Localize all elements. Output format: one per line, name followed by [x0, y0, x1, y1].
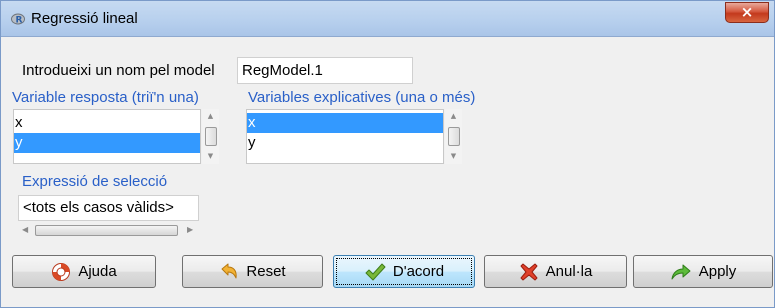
- green-arrow-icon: [671, 264, 691, 279]
- lifebuoy-icon: [52, 262, 71, 281]
- response-list-scrollbar[interactable]: ▲ ▼: [202, 109, 219, 164]
- cancel-button[interactable]: Anul·la: [484, 255, 627, 288]
- ok-button-label: D'acord: [392, 263, 445, 280]
- scroll-thumb[interactable]: [205, 127, 217, 146]
- close-button[interactable]: ×: [725, 2, 769, 23]
- ok-button[interactable]: D'acord: [333, 255, 475, 288]
- help-button-label: Ajuda: [78, 263, 117, 280]
- response-item-x[interactable]: x: [14, 113, 200, 133]
- response-variable-label: Variable resposta (triï'n una): [12, 89, 199, 106]
- selection-expression-scrollbar[interactable]: ◀ ▶: [22, 223, 197, 237]
- title-bar[interactable]: R Regressió lineal ×: [1, 1, 774, 37]
- reset-button[interactable]: Reset: [182, 255, 323, 288]
- checkmark-icon: [365, 263, 386, 280]
- r-logo-icon: R: [11, 13, 25, 26]
- response-item-y[interactable]: y: [14, 133, 200, 153]
- selection-expression-label: Expressió de selecció: [22, 173, 168, 190]
- explanatory-variables-list[interactable]: x y: [246, 109, 444, 164]
- undo-arrow-icon: [221, 263, 238, 278]
- apply-button[interactable]: Apply: [633, 255, 773, 288]
- scroll-thumb[interactable]: [35, 225, 178, 236]
- scroll-down-icon[interactable]: ▼: [202, 153, 219, 160]
- window-title: Regressió lineal: [31, 10, 138, 27]
- dialog-window: R Regressió lineal × Introdueixi un nom …: [0, 0, 775, 308]
- scroll-down-icon[interactable]: ▼: [445, 153, 462, 160]
- response-variable-list[interactable]: x y: [13, 109, 201, 164]
- cancel-button-label: Anul·la: [545, 263, 593, 280]
- close-icon: ×: [740, 3, 754, 21]
- explanatory-item-y[interactable]: y: [247, 133, 443, 153]
- scroll-left-icon[interactable]: ◀: [22, 223, 28, 237]
- svg-text:R: R: [16, 16, 23, 26]
- scroll-up-icon[interactable]: ▲: [445, 113, 462, 120]
- explanatory-list-scrollbar[interactable]: ▲ ▼: [445, 109, 462, 164]
- explanatory-variables-label: Variables explicatives (una o més): [248, 89, 476, 106]
- apply-button-label: Apply: [698, 263, 737, 280]
- scroll-right-icon[interactable]: ▶: [187, 223, 193, 237]
- selection-expression-input[interactable]: <tots els casos vàlids>: [18, 195, 199, 221]
- help-button[interactable]: Ajuda: [12, 255, 156, 288]
- explanatory-item-x[interactable]: x: [247, 113, 443, 133]
- scroll-up-icon[interactable]: ▲: [202, 113, 219, 120]
- reset-button-label: Reset: [246, 263, 286, 280]
- model-name-label: Introdueixi un nom pel model: [22, 62, 215, 79]
- red-x-icon: [520, 263, 538, 280]
- scroll-thumb[interactable]: [448, 127, 460, 146]
- model-name-input[interactable]: RegModel.1: [237, 57, 413, 84]
